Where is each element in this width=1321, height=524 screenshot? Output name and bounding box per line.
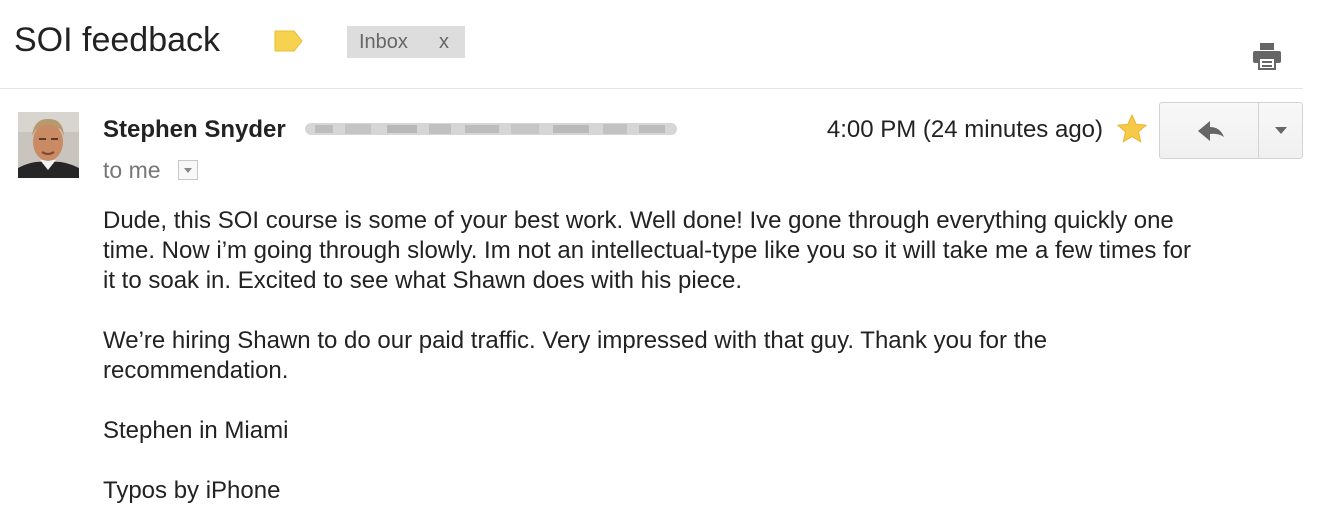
sender-avatar[interactable] [18, 112, 79, 178]
recipient-line: to me [103, 157, 161, 183]
reply-icon [1198, 121, 1224, 141]
remove-label-button[interactable]: x [439, 26, 449, 58]
chevron-down-icon [1275, 127, 1287, 134]
header-divider [0, 88, 1303, 89]
reply-button-group [1159, 102, 1303, 159]
label-tag-icon[interactable] [273, 30, 303, 57]
more-actions-button[interactable] [1258, 102, 1303, 159]
body-signature: Stephen in Miami [103, 417, 289, 444]
inbox-label-text: Inbox [359, 31, 408, 53]
sender-email-redacted [305, 121, 677, 137]
email-subject: SOI feedback [14, 21, 221, 59]
show-details-button[interactable] [178, 160, 198, 180]
body-paragraph: We’re hiring Shawn to do our paid traffi… [103, 327, 1048, 384]
inbox-label-chip: Inbox x [347, 26, 465, 58]
body-footer: Typos by iPhone [103, 477, 281, 504]
email-view: SOI feedback Inbox x Stephen Snyder to m… [0, 0, 1321, 524]
email-timestamp: 4:00 PM (24 minutes ago) [826, 116, 1103, 143]
body-paragraph: Dude, this SOI course is some of your be… [103, 207, 1191, 294]
reply-button[interactable] [1159, 102, 1259, 159]
sender-name[interactable]: Stephen Snyder [103, 116, 286, 144]
chevron-down-icon [184, 168, 192, 173]
print-icon[interactable] [1252, 42, 1282, 75]
star-icon[interactable] [1116, 113, 1148, 150]
email-body: Dude, this SOI course is some of your be… [103, 206, 1283, 524]
